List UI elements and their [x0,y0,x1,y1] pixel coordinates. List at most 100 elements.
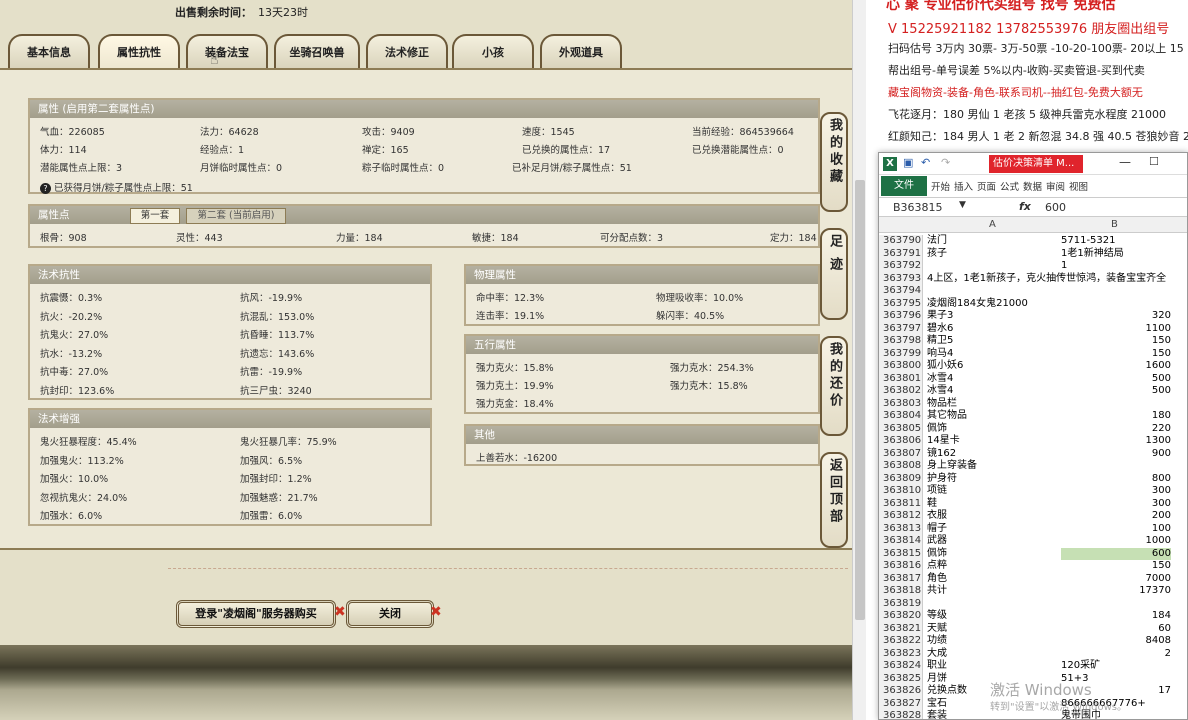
points-tab-first[interactable]: 第一套 [130,208,180,224]
formula-input[interactable]: 600 [1045,201,1066,214]
tab-equipment[interactable]: 装备法宝 [186,34,268,70]
tab-mounts-pets[interactable]: 坐骑召唤兽 [274,34,360,70]
cell-a[interactable]: 兑换点数 [927,685,967,698]
cell-a[interactable]: 护身符 [927,473,957,486]
cell-a[interactable]: 衣服 [927,510,947,523]
ribbon-tab-6[interactable]: 审阅 [1046,179,1065,193]
points-tab-second[interactable]: 第二套 (当前启用) [186,208,286,224]
cell-b-text[interactable]: 1老1新神结局 [1061,248,1124,261]
cell-b-text[interactable]: 5711-5321 [1061,235,1116,248]
cell-a[interactable]: 佩饰 [927,548,947,561]
cell-b-num[interactable]: 300 [1061,498,1171,511]
col-header-a[interactable]: A [989,219,996,230]
minimize-icon[interactable]: — [1119,155,1131,169]
cell-a[interactable]: 精卫5 [927,335,953,348]
cell-a[interactable]: 14星卡 [927,435,960,448]
buy-on-server-button[interactable]: 登录"凌烟阁"服务器购买 [176,600,336,628]
cell-a[interactable]: 响马4 [927,348,953,361]
cell-a[interactable]: 角色 [927,573,947,586]
col-header-b[interactable]: B [1111,219,1118,230]
cell-a[interactable]: 佩饰 [927,423,947,436]
cell-b-num[interactable]: 320 [1061,310,1171,323]
cell-a[interactable]: 镜162 [927,448,956,461]
cell-b-num[interactable]: 1300 [1061,435,1171,448]
tab-attributes[interactable]: 属性抗性 [98,34,180,70]
cell-b-num[interactable]: 300 [1061,485,1171,498]
cell-a[interactable]: 项链 [927,485,947,498]
ribbon-tab-1[interactable]: 开始 [931,179,950,193]
my-favorites-button[interactable]: 我的收藏 [820,112,848,212]
cell-b-num[interactable]: 500 [1061,385,1171,398]
footprints-button[interactable]: 足迹 [820,228,848,320]
cell-b-num[interactable]: 60 [1061,623,1171,636]
cell-a[interactable]: 武器 [927,535,947,548]
cell-a[interactable]: 套装 [927,710,947,719]
cell-b-num[interactable]: 180 [1061,410,1171,423]
cell-a[interactable]: 其它物品 [927,410,967,423]
tab-basic-info[interactable]: 基本信息 [8,34,90,70]
cell-a[interactable]: 等级 [927,610,947,623]
cell-a[interactable]: 身上穿装备 [927,460,977,473]
cell-b-num[interactable]: 220 [1061,423,1171,436]
cell-a[interactable]: 鞋 [927,498,937,511]
cell-b-num[interactable]: 1600 [1061,360,1171,373]
my-counteroffers-button[interactable]: 我的还价 [820,336,848,436]
cell-a[interactable]: 凌烟阁184女鬼21000 [927,298,1028,311]
cell-b-num[interactable]: 800 [1061,473,1171,486]
ribbon-tab-4[interactable]: 公式 [1000,179,1019,193]
cell-b-num[interactable]: 900 [1061,448,1171,461]
scrollbar-thumb[interactable] [855,180,865,620]
cell-b-text[interactable]: 120采矿 [1061,660,1100,673]
cell-b-text[interactable]: 1 [1061,260,1067,273]
cell-a[interactable]: 共计 [927,585,947,598]
name-box-dropdown-icon[interactable]: ▼ [959,200,966,210]
cell-a[interactable]: 碧水6 [927,323,953,336]
cell-a[interactable]: 宝石 [927,698,947,711]
cell-b-num[interactable]: 7000 [1061,573,1171,586]
cell-b-num[interactable]: 150 [1061,348,1171,361]
undo-icon[interactable]: ↶ [921,156,930,169]
cell-a[interactable]: 孩子 [927,248,947,261]
cell-a[interactable]: 大成 [927,648,947,661]
cell-a[interactable]: 职业 [927,660,947,673]
cell-a[interactable]: 帽子 [927,523,947,536]
cell-a[interactable]: 狐小妖6 [927,360,963,373]
cell-b-num[interactable]: 1100 [1061,323,1171,336]
cell-b-num[interactable]: 184 [1061,610,1171,623]
ribbon-tab-3[interactable]: 页面 [977,179,996,193]
cell-a[interactable]: 月饼 [927,673,947,686]
browser-scrollbar[interactable] [852,0,866,720]
cell-a[interactable]: 4上区，1老1新孩子，克火抽传世惊鸿，装备宝宝齐全 [927,273,1166,286]
cell-a[interactable]: 天赋 [927,623,947,636]
tab-child[interactable]: 小孩 [452,34,534,70]
tab-spell-fix[interactable]: 法术修正 [366,34,448,70]
maximize-icon[interactable]: ☐ [1149,155,1159,168]
cell-b-num[interactable]: 8408 [1061,635,1171,648]
ribbon-tab-7[interactable]: 视图 [1069,179,1088,193]
cell-a[interactable]: 物品栏 [927,398,957,411]
cell-a[interactable]: 果子3 [927,310,953,323]
cell-a[interactable]: 点粹 [927,560,947,573]
ribbon-tab-2[interactable]: 插入 [954,179,973,193]
ribbon-tab-0[interactable]: 文件 [881,176,927,196]
cell-b-num[interactable]: 17370 [1061,585,1171,598]
name-box[interactable]: B363815 [893,201,943,214]
cell-b-num[interactable]: 150 [1061,560,1171,573]
cell-b-num[interactable]: 1000 [1061,535,1171,548]
sheet-grid[interactable]: 363790 法门 5711-5321 363791 孩子 1老1新神结局 363792 1 3… [879,235,1187,719]
cell-a[interactable]: 法门 [927,235,947,248]
cell-a[interactable]: 冰雪4 [927,385,953,398]
cell-b-num[interactable]: 100 [1061,523,1171,536]
redo-icon[interactable]: ↷ [941,156,950,169]
tab-appearance[interactable]: 外观道具 [540,34,622,70]
save-icon[interactable]: ▣ [903,156,913,169]
back-to-top-button[interactable]: 返回顶部 [820,452,848,548]
cell-b-num[interactable]: 200 [1061,510,1171,523]
cell-a[interactable]: 冰雪4 [927,373,953,386]
ribbon-tab-5[interactable]: 数据 [1023,179,1042,193]
cell-b-num[interactable]: 600 [1061,547,1171,560]
close-button[interactable]: 关闭 [346,600,434,628]
cell-a[interactable]: 功绩 [927,635,947,648]
cell-b-num[interactable]: 2 [1061,648,1171,661]
cell-b-num[interactable]: 150 [1061,335,1171,348]
